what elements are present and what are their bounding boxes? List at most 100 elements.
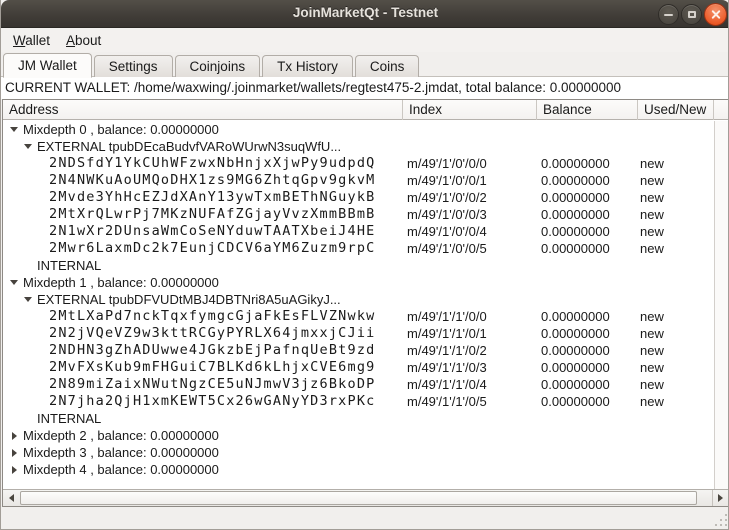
address-row[interactable]: 2NDSfdY1YkCUhWFzwxNbHnjxXjwPy9udpdQ m/49'… — [3, 155, 713, 172]
column-header-used-new[interactable]: Used/New — [638, 100, 714, 120]
expand-arrow-icon[interactable] — [21, 291, 35, 308]
mixdepth-row[interactable]: Mixdepth 3 , balance: 0.00000000 — [3, 444, 713, 461]
column-header-balance[interactable]: Balance — [537, 100, 638, 120]
index-cell: m/49'/1'/1'/0/0 — [407, 308, 487, 325]
collapse-arrow-icon[interactable] — [7, 444, 21, 461]
minimize-icon — [664, 14, 673, 16]
collapse-arrow-icon[interactable] — [7, 461, 21, 478]
balance-cell: 0.00000000 — [541, 325, 610, 342]
current-wallet-banner: CURRENT WALLET: /home/waxwing/.joinmarke… — [1, 77, 729, 99]
address-row[interactable]: 2MtLXaPd7nckTqxfymgcGjaFkEsFLVZNwkwm/49'… — [3, 308, 713, 325]
branch-row[interactable]: INTERNAL — [3, 257, 713, 274]
column-header-index[interactable]: Index — [403, 100, 537, 120]
address-row[interactable]: 2N2jVQeVZ9w3kttRCGyPYRLX64jmxxjCJiim/49'… — [3, 325, 713, 342]
mixdepth-label: Mixdepth 2 , balance: 0.00000000 — [23, 427, 219, 444]
maximize-button[interactable] — [681, 4, 702, 25]
mixdepth-label: Mixdepth 3 , balance: 0.00000000 — [23, 444, 219, 461]
expand-arrow-icon[interactable] — [21, 138, 35, 155]
index-cell: m/49'/1'/0'/0/2 — [407, 189, 487, 206]
index-cell: m/49'/1'/0'/0/4 — [407, 223, 487, 240]
address-row[interactable]: 2MtXrQLwrPj7MKzNUFAfZGjayVvzXmmBBmB m/49'… — [3, 206, 713, 223]
scrollbar-thumb[interactable] — [20, 491, 697, 505]
index-cell: m/49'/1'/1'/0/3 — [407, 359, 487, 376]
branch-label: INTERNAL — [37, 410, 101, 427]
branch-label: INTERNAL — [37, 257, 101, 274]
horizontal-scrollbar[interactable] — [3, 489, 728, 506]
index-cell: m/49'/1'/0'/0/0 — [407, 155, 487, 172]
scroll-left-icon — [9, 494, 14, 502]
window-controls — [656, 3, 727, 26]
mixdepth-row[interactable]: Mixdepth 2 , balance: 0.00000000 — [3, 427, 713, 444]
tab-jm-wallet[interactable]: JM Wallet — [3, 53, 92, 78]
balance-cell: 0.00000000 — [541, 155, 610, 172]
mixdepth-label: Mixdepth 4 , balance: 0.00000000 — [23, 461, 219, 478]
status-cell: new — [640, 342, 664, 359]
address-cell: 2Mvde3YhHcEZJdXAnY13ywTxmBEThNGuykB — [49, 189, 375, 206]
index-cell: m/49'/1'/1'/0/4 — [407, 376, 487, 393]
status-cell: new — [640, 189, 664, 206]
maximize-icon — [688, 11, 696, 18]
balance-cell: 0.00000000 — [541, 393, 610, 410]
balance-cell: 0.00000000 — [541, 376, 610, 393]
status-cell: new — [640, 359, 664, 376]
index-cell: m/49'/1'/0'/0/3 — [407, 206, 487, 223]
minimize-button[interactable] — [658, 4, 679, 25]
index-cell: m/49'/1'/0'/0/1 — [407, 172, 487, 189]
address-row[interactable]: 2Mvde3YhHcEZJdXAnY13ywTxmBEThNGuykB m/49'… — [3, 189, 713, 206]
menu-item-wallet[interactable]: Wallet — [5, 31, 58, 50]
address-cell: 2NDSfdY1YkCUhWFzwxNbHnjxXjwPy9udpdQ — [49, 155, 375, 172]
menu-item-about[interactable]: About — [58, 31, 109, 50]
address-row[interactable]: 2NDHN3gZhADUwwe4JGkzbEjPafnqUeBt9zdm/49'… — [3, 342, 713, 359]
branch-row[interactable]: EXTERNAL tpubDEcaBudvfVARoWUrwN3suqWfU..… — [3, 138, 713, 155]
address-cell: 2MtXrQLwrPj7MKzNUFAfZGjayVvzXmmBBmB — [49, 206, 375, 223]
resize-grip[interactable] — [714, 513, 727, 526]
status-cell: new — [640, 172, 664, 189]
mixdepth-label: Mixdepth 0 , balance: 0.00000000 — [23, 121, 219, 138]
vertical-scrollbar-gutter — [714, 121, 728, 489]
address-row[interactable]: 2N89miZaixNWutNgzCE5uNJmwV3jz6BkoDPm/49'… — [3, 376, 713, 393]
status-cell: new — [640, 308, 664, 325]
balance-cell: 0.00000000 — [541, 189, 610, 206]
mixdepth-row[interactable]: Mixdepth 1 , balance: 0.00000000 — [3, 274, 713, 291]
status-cell: new — [640, 240, 664, 257]
address-row[interactable]: 2N4NWKuAoUMQoDHX1zs9MG6ZhtqGpv9gkvMm/49'… — [3, 172, 713, 189]
balance-cell: 0.00000000 — [541, 172, 610, 189]
balance-cell: 0.00000000 — [541, 240, 610, 257]
address-cell: 2NDHN3gZhADUwwe4JGkzbEjPafnqUeBt9zd — [49, 342, 375, 359]
address-row[interactable]: 2N1wXr2DUnsaWmCoSeNYduwTAATXbeiJ4HE m/49'… — [3, 223, 713, 240]
status-cell: new — [640, 325, 664, 342]
tab-tx-history[interactable]: Tx History — [262, 55, 353, 77]
close-button[interactable] — [704, 3, 727, 26]
tab-coinjoins[interactable]: Coinjoins — [175, 55, 261, 77]
address-cell: 2Mwr6LaxmDc2k7EunjCDCV6aYM6Zuzm9rpC — [49, 240, 375, 257]
mixdepth-row[interactable]: Mixdepth 4 , balance: 0.00000000 — [3, 461, 713, 478]
scroll-right-button[interactable] — [712, 490, 728, 506]
expand-arrow-icon[interactable] — [7, 274, 21, 291]
status-cell: new — [640, 155, 664, 172]
title-bar[interactable]: JoinMarketQt - Testnet — [1, 0, 729, 28]
address-cell: 2N7jha2QjH1xmKEWT5Cx26wGANyYD3rxPKc — [49, 393, 375, 410]
tab-bar: JM WalletSettingsCoinjoinsTx HistoryCoin… — [1, 52, 729, 77]
scroll-right-icon — [718, 494, 723, 502]
branch-row[interactable]: INTERNAL — [3, 410, 713, 427]
tab-settings[interactable]: Settings — [94, 55, 173, 77]
address-row[interactable]: 2Mwr6LaxmDc2k7EunjCDCV6aYM6Zuzm9rpC m/49'… — [3, 240, 713, 257]
column-header-address[interactable]: Address — [3, 100, 403, 120]
balance-cell: 0.00000000 — [541, 342, 610, 359]
balance-cell: 0.00000000 — [541, 359, 610, 376]
address-row[interactable]: 2N7jha2QjH1xmKEWT5Cx26wGANyYD3rxPKcm/49'… — [3, 393, 713, 410]
branch-label: EXTERNAL tpubDEcaBudvfVARoWUrwN3suqWfU..… — [37, 138, 341, 155]
collapse-arrow-icon[interactable] — [7, 427, 21, 444]
scroll-left-button[interactable] — [3, 490, 19, 506]
status-cell: new — [640, 393, 664, 410]
wallet-tree: Address Index Balance Used/New Mixdepth … — [2, 99, 729, 507]
address-cell: 2N1wXr2DUnsaWmCoSeNYduwTAATXbeiJ4HE — [49, 223, 375, 240]
mixdepth-row[interactable]: Mixdepth 0 , balance: 0.00000000 — [3, 121, 713, 138]
address-row[interactable]: 2MvFXsKub9mFHGuiC7BLKd6kLhjxCVE6mg9m/49'… — [3, 359, 713, 376]
index-cell: m/49'/1'/0'/0/5 — [407, 240, 487, 257]
branch-row[interactable]: EXTERNAL tpubDFVUDtMBJ4DBTNri8A5uAGikyJ.… — [3, 291, 713, 308]
tab-coins[interactable]: Coins — [355, 55, 420, 77]
expand-arrow-icon[interactable] — [7, 121, 21, 138]
window-title: JoinMarketQt - Testnet — [1, 5, 729, 20]
status-cell: new — [640, 376, 664, 393]
